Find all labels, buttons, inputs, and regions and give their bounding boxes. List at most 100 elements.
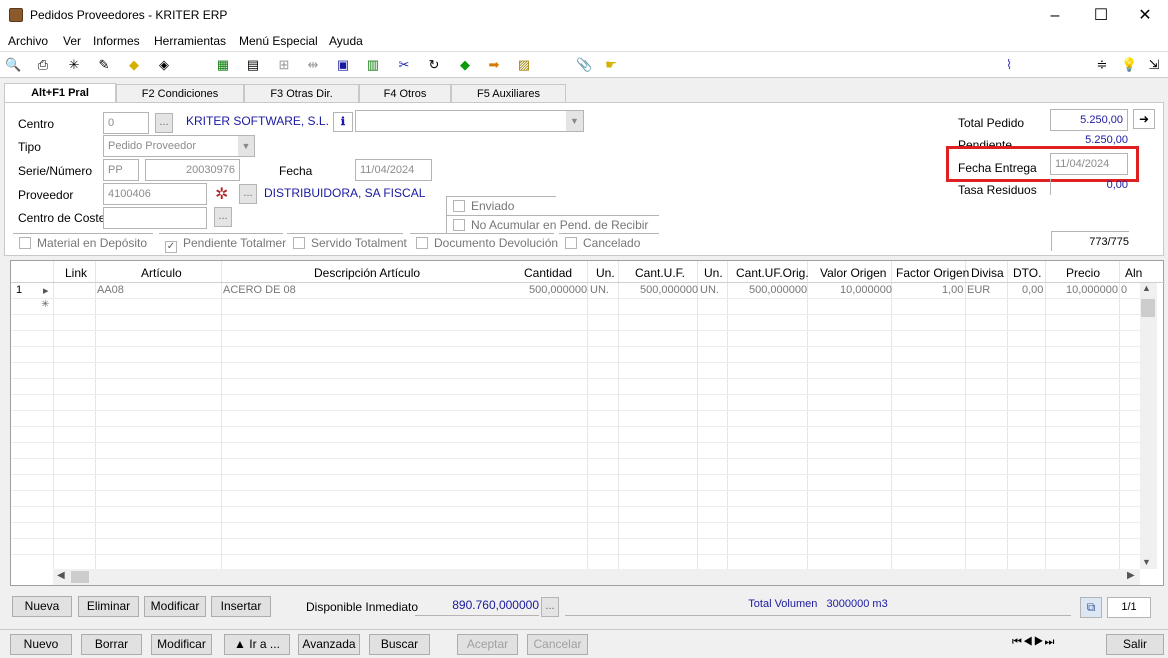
centro-coste-input[interactable]	[103, 207, 207, 229]
menu-ayuda[interactable]: Ayuda	[329, 34, 363, 48]
arrow-right-icon[interactable]: ➡	[486, 57, 502, 73]
cell-unidad[interactable]: UN.	[590, 284, 609, 296]
next-record-icon[interactable]: ▶	[1034, 636, 1045, 648]
modificar-linea-button[interactable]: Modificar	[144, 596, 206, 617]
close-button[interactable]: ✕	[1122, 0, 1168, 31]
proveedor-lookup-button[interactable]: ...	[239, 184, 257, 204]
exit-door-icon[interactable]: ⇲	[1146, 57, 1162, 73]
minimize-button[interactable]: –	[1032, 0, 1078, 31]
multicolor-icon[interactable]: ✲	[215, 184, 228, 204]
paperclip-icon[interactable]: 📎	[576, 57, 592, 73]
menu-archivo[interactable]: Archivo	[8, 34, 48, 48]
vertical-scrollbar[interactable]: ▲ ▼	[1140, 283, 1157, 569]
preview-icon[interactable]: 🔍	[5, 57, 21, 73]
tab-principal[interactable]: Alt+F1 Pral	[4, 83, 116, 103]
col-cant-uf[interactable]: Cant.U.F.	[635, 266, 685, 280]
col-cant-uf-orig[interactable]: Cant.UF.Orig.	[736, 266, 809, 280]
warning-icon[interactable]: ◆	[126, 57, 142, 73]
cell-dto[interactable]: 0,00	[1022, 284, 1043, 296]
cell-factor-origen[interactable]: 1,00	[942, 284, 963, 296]
centro-lookup-button[interactable]: ...	[155, 113, 173, 133]
excel-icon[interactable]: ▦	[215, 57, 231, 73]
col-descripcion[interactable]: Descripción Artículo	[314, 266, 420, 280]
cell-cant-uf-orig[interactable]: 500,000000	[749, 284, 807, 296]
col-cantidad[interactable]: Cantidad	[524, 266, 572, 280]
tab-otros[interactable]: F4 Otros	[359, 84, 451, 103]
servido-totalmente-checkbox[interactable]: Servido Totalment	[293, 236, 407, 250]
centro-input[interactable]: 0	[103, 112, 149, 134]
col-link[interactable]: Link	[65, 266, 87, 280]
aceptar-button[interactable]: Aceptar	[457, 634, 518, 655]
tipo-select[interactable]: Pedido Proveedor	[103, 135, 255, 157]
split-icon[interactable]: ⇹	[305, 57, 321, 73]
cell-descripcion[interactable]: ACERO DE 08	[223, 284, 296, 296]
eliminar-linea-button[interactable]: Eliminar	[78, 596, 139, 617]
calculator-icon[interactable]: ▤	[245, 57, 261, 73]
info-icon[interactable]: ℹ	[333, 112, 353, 132]
fecha-input[interactable]: 11/04/2024	[355, 159, 432, 181]
cell-almacen[interactable]: 0	[1121, 284, 1127, 296]
copy-icon[interactable]: ⧉	[1080, 597, 1102, 618]
vertical-scroll-thumb[interactable]	[1141, 299, 1155, 317]
numbering-icon[interactable]: ≑	[1094, 57, 1110, 73]
scroll-left-icon[interactable]: ◀	[57, 570, 65, 581]
asterisk-icon[interactable]: ✳	[66, 57, 82, 73]
arrow-right-button[interactable]: ➜	[1133, 109, 1155, 129]
insertar-linea-button[interactable]: Insertar	[211, 596, 271, 617]
tipo-chevron-icon[interactable]: ▼	[238, 136, 254, 156]
fecha-entrega-input[interactable]: 11/04/2024	[1050, 153, 1128, 175]
print-icon[interactable]: ⎙	[35, 57, 51, 73]
ir-a-button[interactable]: ▲ Ir a ...	[224, 634, 290, 655]
proveedor-input[interactable]: 4100406	[103, 183, 207, 205]
horizontal-scroll-thumb[interactable]	[71, 571, 89, 583]
tab-condiciones[interactable]: F2 Condiciones	[116, 84, 244, 103]
scissors-icon[interactable]: ✂	[396, 57, 412, 73]
col-divisa[interactable]: Divisa	[971, 266, 1004, 280]
no-acumular-checkbox[interactable]: No Acumular en Pend. de Recibir	[453, 218, 648, 232]
buscar-button[interactable]: Buscar	[369, 634, 430, 655]
menu-menu-especial[interactable]: Menú Especial	[239, 34, 318, 48]
serie-input[interactable]: PP	[103, 159, 139, 181]
centro-coste-lookup-button[interactable]: ...	[214, 207, 232, 227]
col-unidad-uf[interactable]: Un.	[704, 266, 723, 280]
salir-button[interactable]: Salir	[1106, 634, 1164, 655]
col-dto[interactable]: DTO.	[1013, 266, 1041, 280]
scroll-right-icon[interactable]: ▶	[1127, 570, 1135, 581]
borrar-button[interactable]: Borrar	[81, 634, 142, 655]
cell-articulo[interactable]: AA08	[97, 284, 124, 296]
col-unidad[interactable]: Un.	[596, 266, 615, 280]
col-articulo[interactable]: Artículo	[141, 266, 182, 280]
disponible-lookup-button[interactable]: ...	[541, 597, 559, 617]
package-icon[interactable]: ▨	[516, 57, 532, 73]
scroll-up-icon[interactable]: ▲	[1142, 283, 1151, 293]
material-deposito-checkbox[interactable]: Material en Depósito	[19, 236, 147, 250]
checklist-icon[interactable]: ✎	[96, 57, 112, 73]
lightbulb-icon[interactable]: 💡	[1121, 57, 1137, 73]
prev-record-icon[interactable]: ◀	[1023, 636, 1034, 648]
tree-icon[interactable]: ⊞	[276, 57, 292, 73]
numero-input[interactable]: 20030976	[145, 159, 240, 181]
cell-precio[interactable]: 10,000000	[1066, 284, 1118, 296]
tab-auxiliares[interactable]: F5 Auxiliares	[451, 84, 566, 103]
horizontal-scrollbar[interactable]: ◀ ▶	[53, 569, 1140, 585]
first-record-icon[interactable]: ⏮	[1012, 636, 1023, 648]
pendiente-totalmente-checkbox[interactable]: ✓ Pendiente Totalmer	[165, 236, 286, 253]
col-valor-origen[interactable]: Valor Origen	[820, 266, 886, 280]
cell-divisa[interactable]: EUR	[967, 284, 990, 296]
nuevo-button[interactable]: Nuevo	[10, 634, 72, 655]
menu-herramientas[interactable]: Herramientas	[154, 34, 226, 48]
cancelar-button[interactable]: Cancelar	[527, 634, 588, 655]
nueva-linea-button[interactable]: Nueva	[12, 596, 72, 617]
enviado-checkbox[interactable]: Enviado	[453, 199, 514, 213]
avanzada-button[interactable]: Avanzada	[298, 634, 360, 655]
lines-grid[interactable]: Link Artículo Descripción Artículo Canti…	[10, 260, 1165, 586]
cancelado-checkbox[interactable]: Cancelado	[565, 236, 640, 250]
documento-devolucion-checkbox[interactable]: Documento Devolución	[416, 236, 558, 250]
modificar-button[interactable]: Modificar	[151, 634, 212, 655]
menu-informes[interactable]: Informes	[93, 34, 140, 48]
centro-extra-select[interactable]	[355, 110, 584, 132]
cell-valor-origen[interactable]: 10,000000	[840, 284, 892, 296]
tab-otras-direcciones[interactable]: F3 Otras Dir.	[244, 84, 359, 103]
menu-ver[interactable]: Ver	[63, 34, 81, 48]
attachment-icon[interactable]: ⌇	[1001, 57, 1017, 73]
